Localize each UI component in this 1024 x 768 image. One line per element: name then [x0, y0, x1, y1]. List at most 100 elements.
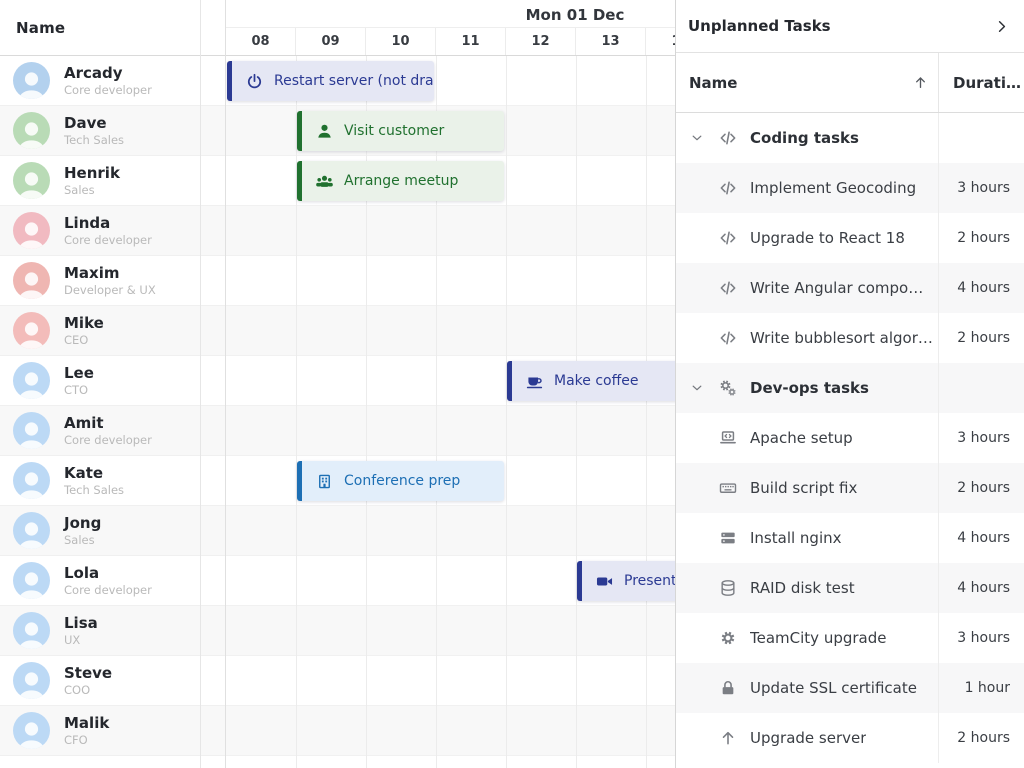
resource-name: Arcady	[64, 64, 152, 83]
avatar	[13, 62, 50, 99]
unplanned-task-row[interactable]: Write Angular compo… 4 hours	[676, 263, 1024, 313]
unplanned-task-row[interactable]: Upgrade server 2 hours	[676, 713, 1024, 763]
resource-row[interactable]: Lola Core developer	[0, 556, 225, 606]
unplanned-task-row[interactable]: Build script fix 2 hours	[676, 463, 1024, 513]
unplanned-tasks-panel: Unplanned Tasks Name Durati… Coding task…	[675, 0, 1024, 768]
event-bar[interactable]: Restart server (not dra	[227, 61, 434, 101]
day-label: Mon 01 Dec	[509, 0, 641, 28]
event-bar[interactable]: Make coffee	[507, 361, 675, 401]
task-label: Build script fix	[750, 479, 857, 497]
panel-title-bar: Unplanned Tasks	[676, 0, 1024, 53]
task-duration	[939, 363, 1024, 413]
event-bar[interactable]: Conference prep	[297, 461, 504, 501]
resource-row[interactable]: Dave Tech Sales	[0, 106, 225, 156]
timeline-row[interactable]	[226, 256, 675, 306]
timeline-body: Restart server (not dra Visit customer A…	[226, 56, 675, 768]
task-duration: 3 hours	[939, 413, 1024, 463]
timeline-hour-header: 08 09 10 11 12 13 14	[226, 28, 675, 56]
resource-role: Core developer	[64, 83, 152, 97]
unplanned-grid-header: Name Durati…	[676, 53, 1024, 113]
timeline-row[interactable]	[226, 656, 675, 706]
unplanned-group-row[interactable]: Dev-ops tasks	[676, 363, 1024, 413]
resource-row[interactable]: Maxim Developer & UX	[0, 256, 225, 306]
resource-row[interactable]: Henrik Sales	[0, 156, 225, 206]
server-icon	[718, 528, 738, 548]
event-bar[interactable]: Presentation	[577, 561, 675, 601]
task-label: Update SSL certificate	[750, 679, 917, 697]
hour-header-cell: 12	[506, 28, 576, 55]
hour-header-cell: 08	[226, 28, 296, 55]
resource-row[interactable]: Jong Sales	[0, 506, 225, 556]
gear-icon	[718, 628, 738, 648]
unplanned-group-row[interactable]: Coding tasks	[676, 113, 1024, 163]
unplanned-task-list: Coding tasks Implement Geocoding 3 hours…	[676, 113, 1024, 763]
person-silhouette-icon	[13, 615, 50, 649]
avatar	[13, 712, 50, 749]
person-silhouette-icon	[13, 565, 50, 599]
coffee-icon	[525, 372, 544, 391]
timeline-row[interactable]	[226, 206, 675, 256]
chevron-right-icon[interactable]	[993, 18, 1010, 35]
resource-row[interactable]: Arcady Core developer	[0, 56, 225, 106]
resource-name: Dave	[64, 114, 124, 133]
timeline-row[interactable]	[226, 606, 675, 656]
resource-row[interactable]: Steve COO	[0, 656, 225, 706]
person-silhouette-icon	[13, 715, 50, 749]
timeline-row[interactable]	[226, 706, 675, 756]
avatar	[13, 562, 50, 599]
code-icon	[718, 278, 738, 298]
event-bar[interactable]: Arrange meetup	[297, 161, 504, 201]
resource-row[interactable]: Lisa UX	[0, 606, 225, 656]
resource-role: CEO	[64, 333, 104, 347]
database-icon	[718, 578, 738, 598]
hour-header-cell: 13	[576, 28, 646, 55]
unplanned-name-header[interactable]: Name	[676, 53, 939, 112]
resource-role: Developer & UX	[64, 283, 156, 297]
task-label: Upgrade to React 18	[750, 229, 905, 247]
resource-row[interactable]: Mike CEO	[0, 306, 225, 356]
arrow-up-icon	[718, 728, 738, 748]
avatar	[13, 312, 50, 349]
timeline-row[interactable]	[226, 406, 675, 456]
person-icon	[315, 122, 334, 141]
task-label: Write bubblesort algor…	[750, 329, 933, 347]
unplanned-task-row[interactable]: TeamCity upgrade 3 hours	[676, 613, 1024, 663]
resource-row[interactable]: Linda Core developer	[0, 206, 225, 256]
timeline-row[interactable]	[226, 306, 675, 356]
video-icon	[595, 572, 614, 591]
resource-name: Lola	[64, 564, 152, 583]
code-icon	[718, 128, 738, 148]
unplanned-task-row[interactable]: Install nginx 4 hours	[676, 513, 1024, 563]
resource-grid-header[interactable]: Name	[0, 0, 225, 56]
unplanned-task-row[interactable]: Write bubblesort algor… 2 hours	[676, 313, 1024, 363]
resource-row[interactable]: Kate Tech Sales	[0, 456, 225, 506]
group-icon	[315, 172, 334, 191]
unplanned-task-row[interactable]: Apache setup 3 hours	[676, 413, 1024, 463]
timeline-row[interactable]	[226, 506, 675, 556]
resource-row[interactable]: Malik CFO	[0, 706, 225, 756]
person-silhouette-icon	[13, 215, 50, 249]
task-duration: 2 hours	[939, 213, 1024, 263]
avatar	[13, 212, 50, 249]
event-bar[interactable]: Visit customer	[297, 111, 504, 151]
person-silhouette-icon	[13, 515, 50, 549]
unplanned-task-row[interactable]: Update SSL certificate 1 hour	[676, 663, 1024, 713]
event-label: Make coffee	[554, 373, 638, 389]
task-label: Write Angular compo…	[750, 279, 923, 297]
resource-role: UX	[64, 633, 98, 647]
unplanned-duration-header[interactable]: Durati…	[939, 53, 1024, 112]
event-label: Visit customer	[344, 123, 444, 139]
resource-role: Core developer	[64, 583, 152, 597]
arrow-up-icon	[912, 74, 929, 91]
task-label: TeamCity upgrade	[750, 629, 886, 647]
resource-row[interactable]: Amit Core developer	[0, 406, 225, 456]
unplanned-task-row[interactable]: RAID disk test 4 hours	[676, 563, 1024, 613]
unplanned-task-row[interactable]: Implement Geocoding 3 hours	[676, 163, 1024, 213]
scheduler-app: Name Arcady Core developer Dave Tech Sal…	[0, 0, 1024, 768]
unplanned-task-row[interactable]: Upgrade to React 18 2 hours	[676, 213, 1024, 263]
resource-row[interactable]: Lee CTO	[0, 356, 225, 406]
avatar	[13, 112, 50, 149]
sort-ascending-icon	[912, 74, 929, 91]
resource-role: Tech Sales	[64, 133, 124, 147]
task-duration: 2 hours	[939, 313, 1024, 363]
